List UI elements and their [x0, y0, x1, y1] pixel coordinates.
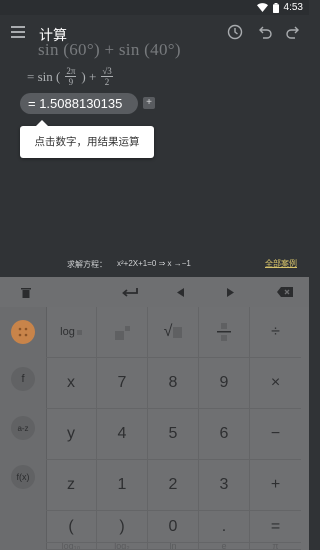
key-pi[interactable]: π [250, 543, 301, 550]
history-icon[interactable] [226, 23, 244, 41]
menu-icon[interactable] [11, 26, 25, 38]
mode-variables-button[interactable]: a-z [11, 416, 35, 440]
key-4[interactable]: 4 [97, 409, 148, 460]
hint-label: 求解方程： [67, 260, 107, 269]
key-8[interactable]: 8 [148, 358, 199, 409]
result-add-button[interactable]: + [143, 97, 155, 109]
editing-toolbar [0, 277, 309, 307]
mode-function-button[interactable]: f [11, 367, 35, 391]
key-divide[interactable]: ÷ [250, 307, 301, 358]
key-log2[interactable]: log₂ [97, 543, 148, 550]
backspace-button[interactable] [268, 277, 302, 307]
cursor-right-button[interactable] [215, 277, 245, 307]
mode-calc-button[interactable] [11, 320, 35, 344]
key-2[interactable]: 2 [148, 460, 199, 511]
expression-input[interactable]: sin (60°) + sin (40°) [38, 40, 181, 60]
clear-button[interactable] [10, 277, 42, 307]
key-7[interactable]: 7 [97, 358, 148, 409]
key-9[interactable]: 9 [199, 358, 250, 409]
key-x[interactable]: x [46, 358, 97, 409]
display-area: 计算 sin (60°) + sin (40°) = sin ( 2π 9 ) … [0, 15, 309, 277]
calculator-icon [18, 327, 28, 337]
keypad: f a-z f(x) log √ ÷ x 7 8 9 × y 4 5 6 − z… [0, 307, 309, 550]
enter-icon [122, 288, 138, 297]
key-0[interactable]: 0 [148, 511, 199, 543]
key-multiply[interactable]: × [250, 358, 301, 409]
key-fraction[interactable] [199, 307, 250, 358]
key-y[interactable]: y [46, 409, 97, 460]
key-3[interactable]: 3 [199, 460, 250, 511]
key-plus[interactable]: + [250, 460, 301, 511]
backspace-icon [277, 287, 293, 297]
cursor-left-button[interactable] [165, 277, 195, 307]
enter-button[interactable] [110, 277, 150, 307]
mode-fx-button[interactable]: f(x) [11, 465, 35, 489]
key-e[interactable]: e [199, 543, 250, 550]
key-1[interactable]: 1 [97, 460, 148, 511]
trash-icon [21, 287, 31, 298]
key-z[interactable]: z [46, 460, 97, 511]
key-close-paren[interactable]: ) [97, 511, 148, 543]
key-sqrt[interactable]: √ [148, 307, 199, 358]
all-examples-link[interactable]: 全部案例 [265, 258, 297, 269]
key-decimal[interactable]: . [199, 511, 250, 543]
hint-example: x²+2X+1=0 ⇒ x →−1 [117, 259, 191, 268]
redo-icon[interactable] [284, 23, 302, 41]
key-minus[interactable]: − [250, 409, 301, 460]
key-log[interactable]: log [46, 307, 97, 358]
undo-icon[interactable] [256, 23, 274, 41]
tooltip: 点击数字，用结果运算 [20, 120, 154, 158]
result-value[interactable]: = 1.5088130135 [20, 93, 138, 114]
battery-icon [272, 2, 279, 13]
status-bar: 4:53 [0, 0, 309, 15]
key-log10[interactable]: log₁₀ [46, 543, 97, 550]
key-equals[interactable]: = [250, 511, 301, 543]
arrow-right-icon [226, 287, 234, 297]
key-ln[interactable]: ln [148, 543, 199, 550]
wifi-icon [256, 3, 268, 12]
fraction: 2π 9 [65, 66, 77, 87]
key-open-paren[interactable]: ( [46, 511, 97, 543]
clock: 4:53 [283, 2, 303, 13]
expression-simplified: = sin ( 2π 9 ) + √3 2 [27, 66, 113, 87]
mode-column: f a-z f(x) [0, 307, 47, 550]
arrow-left-icon [176, 287, 184, 297]
key-5[interactable]: 5 [148, 409, 199, 460]
fraction: √3 2 [101, 66, 113, 87]
key-power[interactable] [97, 307, 148, 358]
fraction-icon [217, 323, 231, 341]
key-6[interactable]: 6 [199, 409, 250, 460]
